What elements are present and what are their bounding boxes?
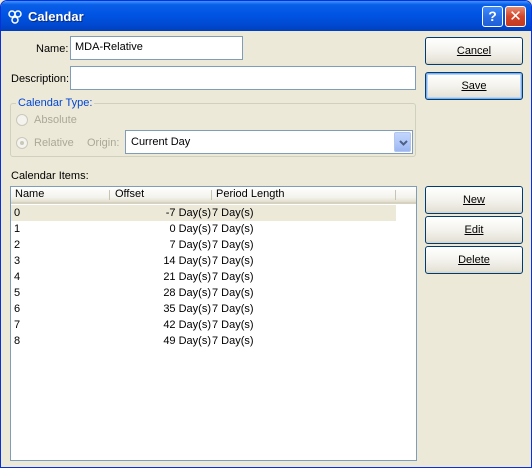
- table-row[interactable]: 3 14 Day(s) 7 Day(s): [11, 253, 396, 269]
- item-name-cell: 1: [14, 223, 21, 235]
- item-period-cell: 7 Day(s): [212, 319, 254, 331]
- delete-button[interactable]: Delete: [425, 246, 523, 274]
- title-bar[interactable]: Calendar ? ✕: [1, 1, 531, 31]
- table-row[interactable]: 1 0 Day(s) 7 Day(s): [11, 221, 396, 237]
- name-field[interactable]: MDA-Relative: [70, 36, 243, 60]
- description-label: Description:: [11, 73, 70, 85]
- item-period-cell: 7 Day(s): [212, 335, 254, 347]
- origin-label: Origin:: [87, 137, 120, 149]
- relative-label: Relative: [34, 137, 74, 149]
- item-period-cell: 7 Day(s): [212, 223, 254, 235]
- close-icon[interactable]: ✕: [505, 6, 526, 27]
- column-header-name[interactable]: Name: [11, 187, 109, 202]
- item-period-cell: 7 Day(s): [212, 255, 254, 267]
- item-name-cell: 8: [14, 335, 21, 347]
- absolute-radio[interactable]: [16, 114, 28, 126]
- new-button[interactable]: New: [425, 186, 523, 214]
- table-row[interactable]: 8 49 Day(s) 7 Day(s): [11, 333, 396, 349]
- item-name-cell: 0: [14, 207, 21, 219]
- column-header-offset[interactable]: Offset: [111, 187, 211, 202]
- item-name-cell: 5: [14, 287, 21, 299]
- item-offset-cell: 7 Day(s): [169, 239, 211, 251]
- chevron-down-icon[interactable]: [394, 132, 411, 152]
- item-name-cell: 6: [14, 303, 21, 315]
- item-period-cell: 7 Day(s): [212, 287, 254, 299]
- table-row[interactable]: 4 21 Day(s) 7 Day(s): [11, 269, 396, 285]
- table-row[interactable]: 7 42 Day(s) 7 Day(s): [11, 317, 396, 333]
- item-period-cell: 7 Day(s): [212, 271, 254, 283]
- table-row[interactable]: 0 -7 Day(s) 7 Day(s): [11, 205, 396, 221]
- item-period-cell: 7 Day(s): [212, 303, 254, 315]
- item-name-cell: 4: [14, 271, 21, 283]
- description-field[interactable]: [70, 66, 416, 90]
- item-offset-cell: 42 Day(s): [163, 319, 211, 331]
- cancel-button[interactable]: Cancel: [425, 37, 523, 65]
- column-divider[interactable]: [395, 190, 396, 200]
- calendar-type-title: Calendar Type:: [16, 97, 95, 109]
- origin-select[interactable]: Current Day: [125, 130, 413, 154]
- calendar-window: Calendar ? ✕ Name: MDA-Relative Descript…: [0, 0, 532, 468]
- item-offset-cell: 49 Day(s): [163, 335, 211, 347]
- calendar-app-icon: [7, 9, 23, 25]
- item-period-cell: 7 Day(s): [212, 239, 254, 251]
- item-offset-cell: 14 Day(s): [163, 255, 211, 267]
- item-period-cell: 7 Day(s): [212, 207, 254, 219]
- list-header: Name Offset Period Length: [11, 187, 416, 204]
- edit-button[interactable]: Edit: [425, 216, 523, 244]
- name-label: Name:: [36, 43, 69, 55]
- calendar-items-list[interactable]: Name Offset Period Length 0 -7 Day(s) 7 Da…: [10, 186, 417, 461]
- relative-radio[interactable]: [16, 137, 28, 149]
- column-divider[interactable]: [109, 190, 110, 200]
- item-offset-cell: 0 Day(s): [169, 223, 211, 235]
- calendar-items-label: Calendar Items:: [11, 170, 89, 182]
- table-row[interactable]: 2 7 Day(s) 7 Day(s): [11, 237, 396, 253]
- item-name-cell: 3: [14, 255, 21, 267]
- item-offset-cell: 21 Day(s): [163, 271, 211, 283]
- table-row[interactable]: 6 35 Day(s) 7 Day(s): [11, 301, 396, 317]
- item-offset-cell: -7 Day(s): [165, 207, 211, 219]
- help-icon[interactable]: ?: [482, 6, 503, 27]
- window-title: Calendar: [28, 9, 84, 24]
- item-offset-cell: 35 Day(s): [163, 303, 211, 315]
- column-header-period[interactable]: Period Length: [212, 187, 395, 202]
- save-button[interactable]: Save: [425, 72, 523, 100]
- origin-value: Current Day: [131, 136, 191, 148]
- item-name-cell: 7: [14, 319, 21, 331]
- absolute-label: Absolute: [34, 114, 77, 126]
- table-row[interactable]: 5 28 Day(s) 7 Day(s): [11, 285, 396, 301]
- item-name-cell: 2: [14, 239, 21, 251]
- radio-selected-dot: [20, 141, 24, 145]
- item-offset-cell: 28 Day(s): [163, 287, 211, 299]
